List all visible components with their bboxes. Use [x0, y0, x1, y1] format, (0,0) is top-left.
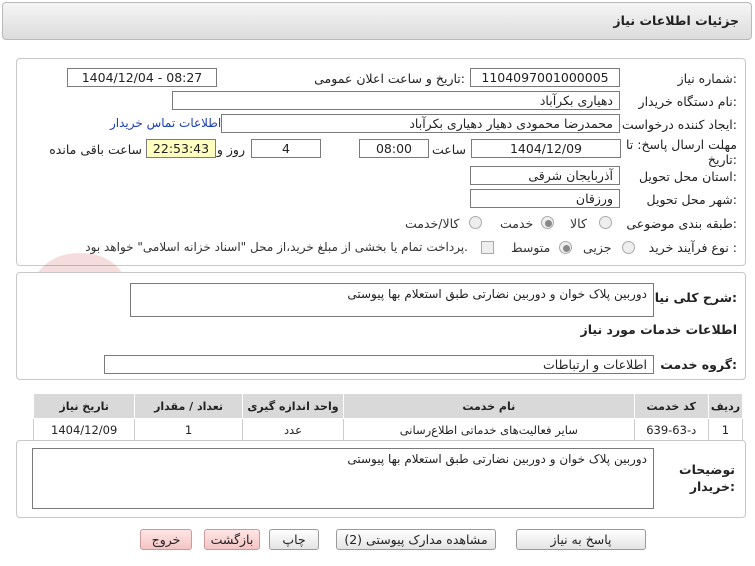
deadline-time-field: 08:00 [359, 139, 429, 158]
view-attachments-button[interactable]: مشاهده مدارک پیوستی (2) [336, 529, 496, 550]
process-radio-minor[interactable] [622, 241, 635, 254]
category-radio-service[interactable] [541, 216, 554, 229]
category-option-goods: کالا [570, 216, 587, 231]
cell-row-number: 1 [707, 418, 744, 442]
page-title: جزئیات اطلاعات نیاز [613, 13, 739, 28]
deadline-label: مهلت ارسال پاسخ: تا تاریخ: [626, 137, 737, 167]
summary-label: شرح کلی نیاز: [647, 290, 738, 305]
services-section-title: اطلاعات خدمات مورد نیاز [580, 322, 738, 337]
creator-label: ایجاد کننده درخواست: [621, 117, 737, 132]
category-radio-goods[interactable] [599, 216, 612, 229]
column-header-need-date: تاریخ نیاز [32, 393, 136, 419]
creator-field: محمدرضا محمودی دهیار دهیاری بکرآباد [221, 114, 620, 133]
exit-button[interactable]: خروج [140, 529, 192, 550]
buyer-contact-link[interactable]: اطلاعات تماس خریدار [110, 116, 221, 130]
service-group-field: اطلاعات و ارتباطات [104, 355, 654, 374]
table-header-row: ردیف کد خدمت نام خدمت واحد اندازه گیری ت… [32, 393, 744, 419]
cell-unit: عدد [241, 418, 345, 442]
process-type-label: نوع فرآیند خرید : [648, 240, 737, 255]
summary-textarea[interactable]: دوربین پلاک خوان و دوربین نضارتی طبق است… [130, 283, 654, 317]
city-field: ورزقان [470, 189, 620, 208]
remaining-time-field: 22:53:43 [146, 139, 216, 158]
buyer-org-label: نام دستگاه خریدار: [638, 94, 737, 109]
days-label: روز و [216, 142, 245, 157]
deadline-date-field: 1404/12/09 [471, 139, 621, 158]
page-title-bar: جزئیات اطلاعات نیاز [2, 2, 752, 40]
cell-service-code: د-63-639 [633, 418, 709, 442]
cell-need-date: 1404/12/09 [32, 418, 136, 442]
services-table: ردیف کد خدمت نام خدمت واحد اندازه گیری ت… [32, 393, 744, 442]
city-label: شهر محل تحویل: [646, 192, 737, 207]
days-field: 4 [251, 139, 321, 158]
category-label: طبقه بندی موضوعی: [626, 216, 737, 231]
treasury-payment-note: پرداخت تمام یا بخشی از مبلغ خرید،از محل … [85, 240, 468, 254]
category-option-goods-service: کالا/خدمت [405, 216, 460, 231]
cell-service-name: سایر فعالیت‌های خدماتی اطلاع‌رسانی [343, 418, 635, 442]
reply-button[interactable]: پاسخ به نیاز [516, 529, 646, 550]
category-option-service: خدمت [500, 216, 534, 231]
remaining-time-label: ساعت باقی مانده [49, 142, 142, 157]
cell-quantity: 1 [134, 418, 243, 442]
print-button[interactable]: چاپ [269, 529, 319, 550]
column-header-quantity: تعداد / مقدار [134, 393, 243, 419]
back-button[interactable]: بازگشت [204, 529, 260, 550]
need-number-field: 1104097001000005 [470, 68, 620, 87]
buyer-org-field: دهیاری بکرآباد [172, 91, 620, 110]
process-option-medium: متوسط [511, 240, 551, 255]
column-header-row-number: ردیف [707, 393, 744, 419]
treasury-payment-checkbox[interactable] [481, 241, 494, 254]
process-radio-medium[interactable] [559, 241, 572, 254]
column-header-service-name: نام خدمت [343, 393, 635, 419]
announce-date-label: تاریخ و ساعت اعلان عمومی: [314, 71, 465, 86]
buyer-notes-textarea[interactable]: دوربین پلاک خوان و دوربین نضارتی طبق است… [32, 448, 654, 509]
service-group-label: گروه خدمت: [660, 357, 737, 372]
column-header-unit: واحد اندازه گیری [241, 393, 345, 419]
buyer-notes-label: توضیحات خریدار: [679, 462, 735, 494]
table-row: 1 د-63-639 سایر فعالیت‌های خدماتی اطلاع‌… [32, 418, 744, 442]
province-label: استان محل تحویل: [638, 169, 737, 184]
deadline-time-label: ساعت [431, 142, 466, 157]
announce-date-field: 1404/12/04 - 08:27 [67, 68, 217, 87]
category-radio-goods-service[interactable] [469, 216, 482, 229]
province-field: آذربایجان شرقی [470, 166, 620, 185]
need-number-label: شماره نیاز: [677, 71, 737, 86]
column-header-service-code: کد خدمت [633, 393, 709, 419]
process-option-minor: جزیی [583, 240, 612, 255]
